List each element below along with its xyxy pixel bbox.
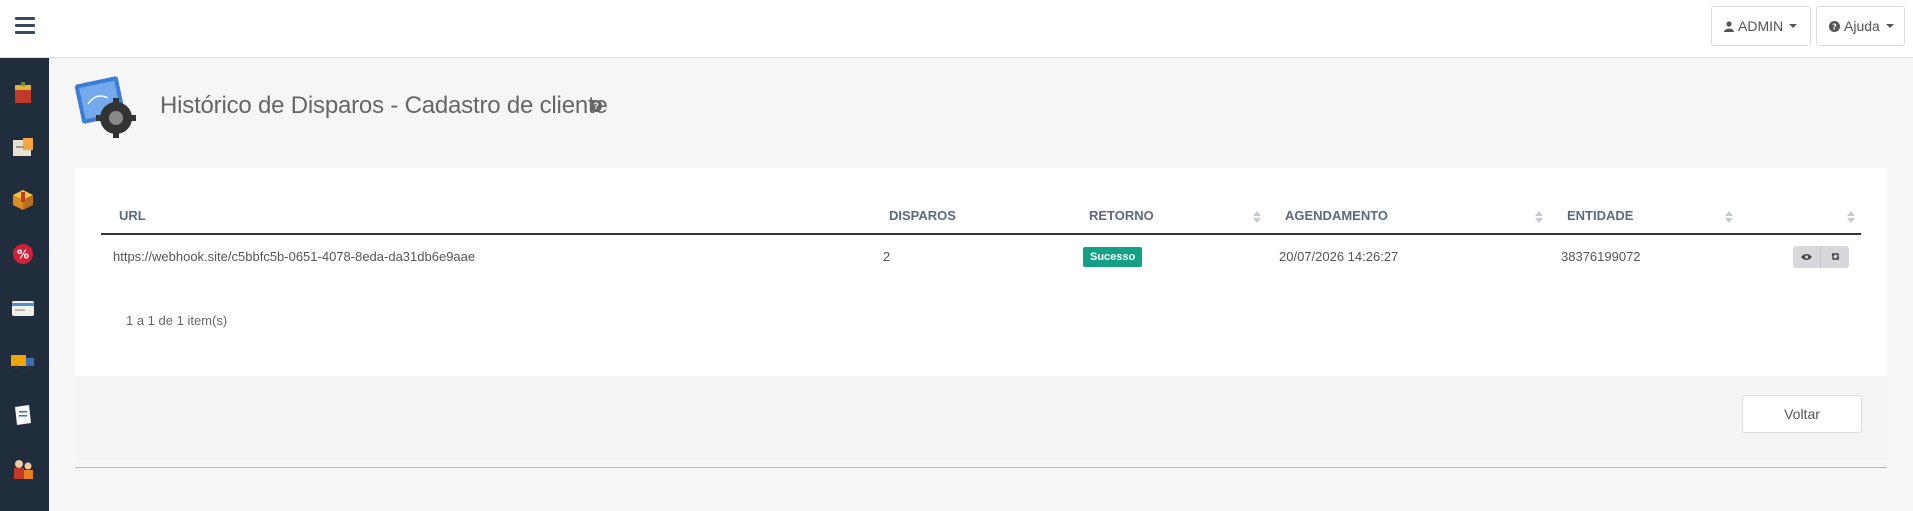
column-header-actions[interactable]: [1739, 198, 1861, 235]
sort-icon: [1535, 211, 1543, 223]
eye-icon: [1801, 253, 1812, 260]
sidebar-item-truck[interactable]: [10, 348, 36, 374]
sidebar-item-note[interactable]: [10, 402, 36, 428]
status-badge: Sucesso: [1083, 246, 1143, 267]
document-icon: [13, 138, 33, 156]
user-menu-label: ADMIN: [1738, 18, 1784, 34]
help-menu-button[interactable]: ? Ajuda: [1816, 6, 1905, 46]
sort-icon: [1725, 211, 1733, 223]
box-icon: [15, 82, 31, 103]
sort-icon: [1253, 211, 1261, 223]
caret-down-icon: [1885, 24, 1894, 28]
sidebar-item-package[interactable]: [10, 186, 36, 212]
sidebar-item-box[interactable]: [10, 80, 36, 106]
pagination-info: 1 a 1 de 1 item(s): [126, 313, 228, 328]
card-icon: [12, 301, 34, 316]
cell-url: https://webhook.site/c5bbfc5b-0651-4078-…: [113, 249, 476, 264]
resend-button[interactable]: [1821, 245, 1849, 268]
table-header-row: URL DISPAROS RETORNO AGENDAMENTO ENTIDAD…: [101, 198, 1861, 235]
user-icon: [1724, 20, 1734, 32]
column-header-agendamento[interactable]: AGENDAMENTO: [1267, 198, 1549, 235]
retweet-icon: [1831, 253, 1839, 260]
question-circle-icon: ?: [1829, 20, 1840, 32]
view-button[interactable]: [1793, 245, 1821, 268]
top-navbar: ADMIN ? Ajuda: [0, 0, 1913, 58]
webhook-config-icon: [74, 74, 144, 144]
divider: [75, 467, 1887, 468]
table-row[interactable]: https://webhook.site/c5bbfc5b-0651-4078-…: [101, 234, 1861, 278]
truck-icon: [11, 355, 34, 371]
sidebar: %: [0, 58, 49, 511]
users-icon: [14, 460, 33, 479]
column-header-entidade[interactable]: ENTIDADE: [1549, 198, 1739, 235]
cell-retorno: Sucesso: [1071, 234, 1267, 278]
hamburger-icon[interactable]: [15, 17, 35, 34]
row-actions: [1793, 245, 1849, 268]
sidebar-item-percent[interactable]: %: [10, 241, 36, 267]
caret-down-icon: [1789, 24, 1798, 28]
note-icon: [15, 405, 31, 425]
card-footer: [75, 376, 1887, 460]
page-title: Histórico de Disparos - Cadastro de clie…: [160, 92, 608, 119]
column-header-retorno[interactable]: RETORNO: [1071, 198, 1267, 235]
svg-text:?: ?: [1832, 22, 1837, 31]
cell-actions: [1739, 234, 1861, 278]
percent-icon: %: [13, 244, 33, 264]
column-header-disparos[interactable]: DISPAROS: [871, 198, 1071, 235]
sidebar-item-card[interactable]: [10, 295, 36, 321]
user-menu-button[interactable]: ADMIN: [1711, 6, 1811, 46]
sidebar-item-users[interactable]: [10, 456, 36, 482]
package-icon: [13, 190, 33, 210]
svg-text:%: %: [17, 248, 29, 262]
cell-agendamento: 20/07/2026 14:26:27: [1279, 249, 1399, 264]
help-menu-label: Ajuda: [1844, 18, 1880, 34]
column-header-url[interactable]: URL: [101, 198, 871, 235]
history-table: URL DISPAROS RETORNO AGENDAMENTO ENTIDAD…: [101, 198, 1861, 278]
help-icon[interactable]: ?: [590, 100, 602, 112]
cell-disparos: 2: [883, 249, 891, 264]
sort-icon: [1847, 211, 1855, 223]
back-button[interactable]: Voltar: [1742, 395, 1862, 433]
sidebar-item-document[interactable]: [10, 134, 36, 160]
cell-entidade: 38376199072: [1561, 249, 1641, 264]
